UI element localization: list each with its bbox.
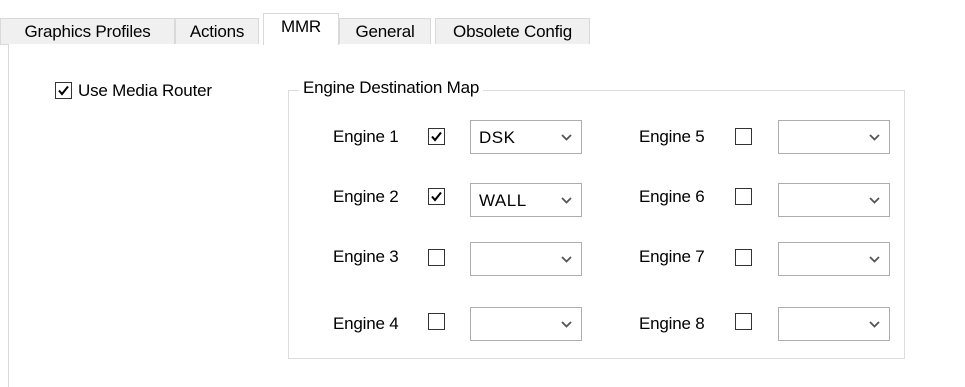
engine-7-label: Engine 7 — [639, 247, 705, 266]
engine-6-label: Engine 6 — [639, 187, 705, 206]
engine-2-label: Engine 2 — [333, 187, 399, 206]
engine-3-checkbox[interactable] — [428, 249, 445, 266]
engine-7-checkbox[interactable] — [735, 249, 752, 266]
engine-2-destination-value: WALL — [479, 191, 527, 210]
engine-2-checkbox[interactable] — [428, 188, 445, 205]
checkmark-icon — [431, 131, 442, 142]
chevron-down-icon — [869, 321, 880, 328]
engine-1-checkbox[interactable] — [428, 128, 445, 145]
tab-general[interactable]: General — [339, 18, 431, 44]
chevron-down-icon — [869, 197, 880, 204]
checkmark-icon — [58, 85, 69, 96]
chevron-down-icon — [869, 256, 880, 263]
engine-2-destination-select[interactable]: WALL — [470, 183, 582, 217]
checkmark-icon — [431, 191, 442, 202]
engine-4-label: Engine 4 — [333, 314, 399, 333]
engine-1-destination-value: DSK — [479, 128, 516, 147]
tab-mmr[interactable]: MMR — [263, 13, 339, 45]
engine-3-label: Engine 3 — [333, 247, 399, 266]
tab-bar: Graphics Profiles Actions MMR General Ob… — [0, 8, 965, 45]
engine-8-destination-select[interactable] — [778, 307, 890, 341]
clipped-title-strip — [0, 0, 965, 8]
engine-5-label: Engine 5 — [639, 127, 705, 146]
engine-3-destination-select[interactable] — [470, 242, 582, 276]
engine-5-destination-select[interactable] — [778, 120, 890, 154]
chevron-down-icon — [561, 197, 572, 204]
chevron-down-icon — [561, 321, 572, 328]
chevron-down-icon — [561, 134, 572, 141]
engine-1-label: Engine 1 — [333, 127, 399, 146]
engine-destination-map-title: Engine Destination Map — [299, 78, 484, 98]
engine-6-checkbox[interactable] — [735, 188, 752, 205]
engine-4-checkbox[interactable] — [428, 313, 445, 330]
tab-graphics-profiles[interactable]: Graphics Profiles — [0, 18, 175, 44]
use-media-router-checkbox[interactable] — [55, 82, 72, 99]
engine-7-destination-select[interactable] — [778, 242, 890, 276]
engine-8-label: Engine 8 — [639, 314, 705, 333]
engine-5-checkbox[interactable] — [735, 128, 752, 145]
engine-1-destination-select[interactable]: DSK — [470, 120, 582, 154]
tab-actions[interactable]: Actions — [175, 18, 259, 44]
use-media-router-label: Use Media Router — [78, 81, 212, 100]
chevron-down-icon — [869, 134, 880, 141]
chevron-down-icon — [561, 256, 572, 263]
tab-obsolete-config[interactable]: Obsolete Config — [435, 18, 590, 44]
engine-4-destination-select[interactable] — [470, 307, 582, 341]
engine-8-checkbox[interactable] — [735, 313, 752, 330]
engine-6-destination-select[interactable] — [778, 183, 890, 217]
